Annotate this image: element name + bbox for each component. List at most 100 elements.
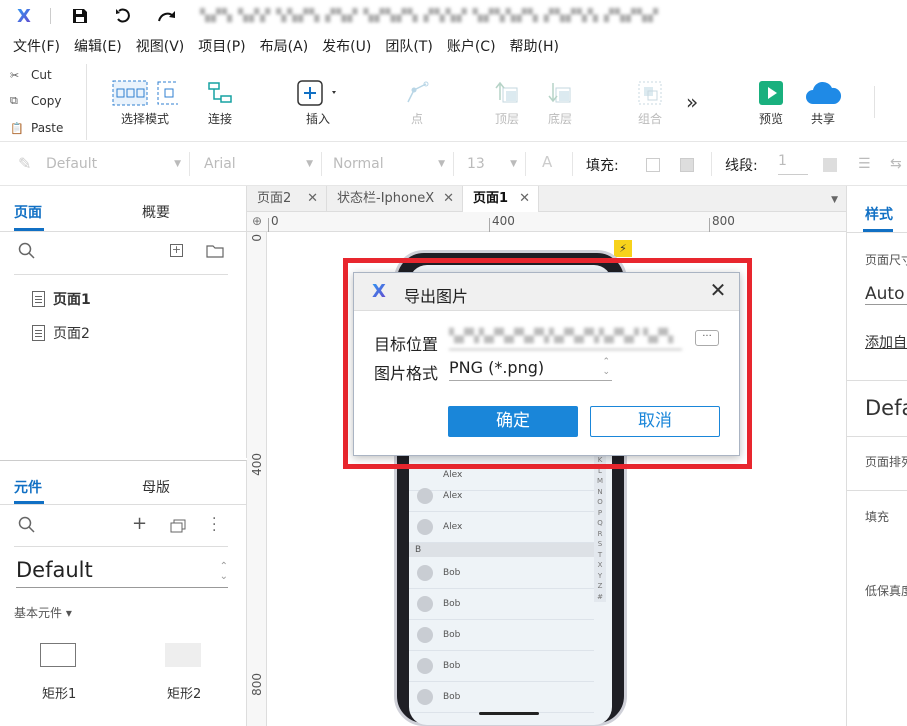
stroke-style-icon[interactable]: ☰ <box>858 156 871 172</box>
cancel-button[interactable]: 取消 <box>590 406 720 437</box>
tab-outline[interactable]: 概要 <box>142 202 170 222</box>
preview-button[interactable]: 预览 <box>741 76 801 127</box>
index-letter[interactable]: T <box>594 550 606 561</box>
doc-tab-label: 状态栏-IphoneX <box>337 191 435 206</box>
close-icon[interactable]: ✕ <box>519 186 530 212</box>
share-button[interactable]: 共享 <box>793 76 853 127</box>
menu-file[interactable]: 文件(F) <box>6 36 67 56</box>
image-format-select[interactable]: PNG (*.png) ⌃ ⌄ <box>449 357 612 381</box>
add-library-icon[interactable]: + <box>132 513 147 534</box>
index-letter[interactable]: # <box>594 592 606 603</box>
tab-style[interactable]: 样式 <box>865 204 893 224</box>
copy-button[interactable]: ⧉ Copy <box>10 94 61 108</box>
point-label: 点 <box>410 112 423 126</box>
menu-help[interactable]: 帮助(H) <box>503 36 566 56</box>
rectangle-2-widget-icon[interactable] <box>165 643 201 667</box>
undo-icon[interactable] <box>113 6 133 26</box>
avatar <box>417 658 433 674</box>
bring-to-front-button[interactable]: 顶层 <box>477 76 537 127</box>
add-page-icon[interactable]: + <box>170 244 183 257</box>
more-options-icon[interactable]: · · · <box>212 512 216 538</box>
close-icon[interactable]: ✕ <box>707 279 729 301</box>
doc-tab-page1[interactable]: 页面1 ✕ <box>463 186 539 212</box>
tab-masters[interactable]: 母版 <box>142 477 170 497</box>
menu-account[interactable]: 账户(C) <box>440 36 503 56</box>
page-item-1[interactable]: 页面1 <box>32 289 91 309</box>
menu-team[interactable]: 团队(T) <box>378 36 439 56</box>
share-label: 共享 <box>810 112 835 126</box>
menu-view[interactable]: 视图(V) <box>129 36 192 56</box>
index-letter[interactable]: M <box>594 476 606 487</box>
style-select[interactable]: Default ▼ <box>38 152 190 176</box>
document-tabs: 页面2 ✕ 状态栏-IphoneX ✕ 页面1 ✕ ▼ <box>247 186 846 212</box>
index-letter[interactable]: S <box>594 539 606 550</box>
alphabet-index[interactable]: K L M N O P Q R S T X Y Z # <box>594 455 606 602</box>
index-letter[interactable]: R <box>594 529 606 540</box>
redo-icon[interactable] <box>157 6 177 26</box>
library-select[interactable]: Default ⌃ ⌄ <box>16 558 228 588</box>
tab-widgets[interactable]: 元件 <box>14 477 42 497</box>
menu-arrange[interactable]: 布局(A) <box>253 36 316 56</box>
send-to-back-button[interactable]: 底层 <box>530 76 590 127</box>
point-button[interactable]: 点 <box>387 76 447 127</box>
index-letter[interactable]: X <box>594 560 606 571</box>
add-folder-icon[interactable] <box>206 244 224 262</box>
fill-color-swatch[interactable] <box>646 158 660 172</box>
page-item-2[interactable]: 页面2 <box>32 323 90 343</box>
search-icon[interactable] <box>18 242 36 264</box>
paste-button[interactable]: 📋 Paste <box>10 121 63 135</box>
save-icon[interactable] <box>70 6 90 26</box>
page-style-select[interactable]: Defa <box>865 396 907 420</box>
close-icon[interactable]: ✕ <box>307 186 318 212</box>
library-menu-icon[interactable] <box>170 519 186 537</box>
add-adaptive-link[interactable]: 添加自 <box>865 332 907 352</box>
group-button[interactable]: 组合 <box>620 76 680 127</box>
doc-tab-statusbar[interactable]: 状态栏-IphoneX ✕ <box>327 186 463 212</box>
fill-shadow-swatch[interactable] <box>680 158 694 172</box>
text-color-icon[interactable]: A <box>542 153 552 171</box>
font-weight-select[interactable]: Normal ▼ <box>325 152 454 176</box>
fill-label: 填充: <box>586 158 619 174</box>
index-letter[interactable]: P <box>594 508 606 519</box>
page-size-select[interactable]: Auto <box>865 284 907 305</box>
menu-edit[interactable]: 编辑(E) <box>67 36 129 56</box>
arrow-style-icon[interactable]: ⇆ <box>890 156 902 172</box>
search-icon[interactable] <box>18 516 36 538</box>
tab-pages[interactable]: 页面 <box>14 202 42 222</box>
rectangle-1-widget-icon[interactable] <box>40 643 76 667</box>
index-letter[interactable]: Q <box>594 518 606 529</box>
cut-button[interactable]: ✂ Cut <box>10 68 52 82</box>
avatar <box>417 596 433 612</box>
font-size-select[interactable]: 13 ▼ <box>459 152 526 176</box>
crosshair-icon[interactable]: ⊕ <box>252 214 262 228</box>
divider <box>572 152 573 176</box>
index-letter[interactable]: Z <box>594 581 606 592</box>
index-letter[interactable]: N <box>594 487 606 498</box>
index-letter[interactable]: O <box>594 497 606 508</box>
font-select[interactable]: Arial ▼ <box>196 152 322 176</box>
spinner-arrows-icon: ⌃ ⌄ <box>602 357 610 377</box>
browse-button[interactable]: ··· <box>695 330 719 346</box>
menu-publish[interactable]: 发布(U) <box>315 36 378 56</box>
ok-button[interactable]: 确定 <box>448 406 578 437</box>
divider <box>14 546 228 547</box>
widget-category[interactable]: 基本元件 ▾ <box>14 604 72 621</box>
dialog-title: 导出图片 <box>404 287 469 306</box>
menu-project[interactable]: 项目(P) <box>191 36 252 56</box>
stroke-color-swatch[interactable] <box>823 158 837 172</box>
connect-button[interactable]: 连接 <box>190 76 250 127</box>
index-letter[interactable]: Y <box>594 571 606 582</box>
target-location-input[interactable]: ▚▞▚▚▞▚▞▚▞▚▚▞▚▞▚▚▞▚▞ ▚▞▚ <box>449 324 682 350</box>
tab-overflow-icon[interactable]: ▼ <box>831 195 838 205</box>
more-tools-button[interactable]: » <box>686 90 698 114</box>
contact-name: Bob <box>443 630 461 640</box>
select-mode-button[interactable]: 选择模式 <box>108 76 182 127</box>
list-item: Bob <box>409 682 594 713</box>
doc-tab-page2[interactable]: 页面2 ✕ <box>247 186 327 212</box>
close-icon[interactable]: ✕ <box>443 186 454 212</box>
stroke-width-input[interactable]: 1 <box>778 153 808 175</box>
page-item-label: 页面1 <box>53 292 91 308</box>
insert-button[interactable]: 插入 <box>288 76 348 127</box>
lightning-icon[interactable]: ⚡ <box>614 240 632 257</box>
page-item-label: 页面2 <box>53 326 90 342</box>
